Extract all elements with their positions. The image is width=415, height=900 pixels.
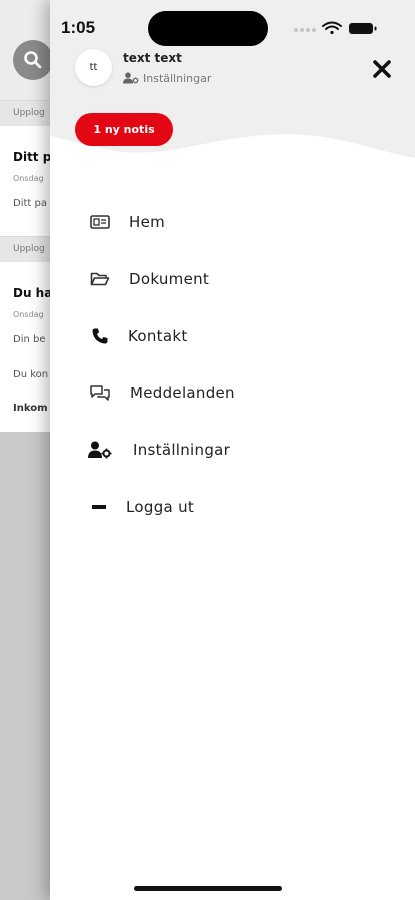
notification-badge[interactable]: 1 ny notis [75, 113, 173, 146]
background-item-body: Din be [13, 334, 46, 345]
user-settings-link[interactable]: Inställningar [123, 71, 211, 85]
background-item-title[interactable]: Du ha [13, 286, 52, 300]
search-button[interactable] [13, 40, 53, 80]
close-icon [373, 60, 391, 78]
background-item-body: Du kon [13, 369, 49, 380]
dynamic-island [148, 11, 268, 46]
menu-label: Inställningar [133, 441, 231, 459]
background-item-date: Onsdag [13, 310, 44, 319]
wifi-icon [322, 21, 342, 35]
menu-label: Logga ut [126, 498, 195, 516]
section-label: Upplog [13, 244, 45, 254]
drawer-header: 1:05 tt text text Inställningar 1 ny not… [50, 0, 415, 165]
phone-icon [88, 326, 112, 346]
menu-item-dokument[interactable]: Dokument [50, 259, 415, 299]
signal-icon [294, 28, 316, 32]
logout-minus-icon [88, 497, 112, 517]
folder-icon [88, 269, 112, 289]
background-item-date: Onsdag [13, 174, 44, 183]
home-indicator [134, 886, 282, 891]
menu-item-logga-ut[interactable]: Logga ut [50, 487, 415, 527]
menu-label: Dokument [129, 270, 210, 288]
user-settings-icon [88, 440, 112, 460]
avatar[interactable]: tt [75, 49, 112, 86]
user-settings-icon [123, 72, 139, 84]
menu-item-hem[interactable]: Hem [50, 202, 415, 242]
user-settings-label: Inställningar [143, 71, 212, 85]
menu-label: Meddelanden [130, 384, 235, 402]
background-item-body: Ditt pa [13, 198, 47, 209]
menu-item-kontakt[interactable]: Kontakt [50, 316, 415, 356]
status-icons [294, 21, 377, 35]
menu-item-meddelanden[interactable]: Meddelanden [50, 373, 415, 413]
menu-label: Kontakt [128, 327, 188, 345]
search-icon [24, 51, 42, 69]
chat-bubbles-icon [88, 383, 112, 403]
background-item-link[interactable]: Inkom [13, 403, 48, 414]
close-button[interactable] [368, 55, 396, 83]
battery-icon [349, 23, 377, 34]
menu-label: Hem [129, 213, 166, 231]
section-label: Upplog [13, 108, 45, 118]
home-card-icon [88, 212, 112, 232]
status-time: 1:05 [61, 18, 96, 37]
navigation-drawer: 1:05 tt text text Inställningar 1 ny not… [50, 0, 415, 900]
background-item-title[interactable]: Ditt p [13, 150, 51, 164]
user-name: text text [123, 51, 182, 65]
menu-item-installningar[interactable]: Inställningar [50, 430, 415, 470]
